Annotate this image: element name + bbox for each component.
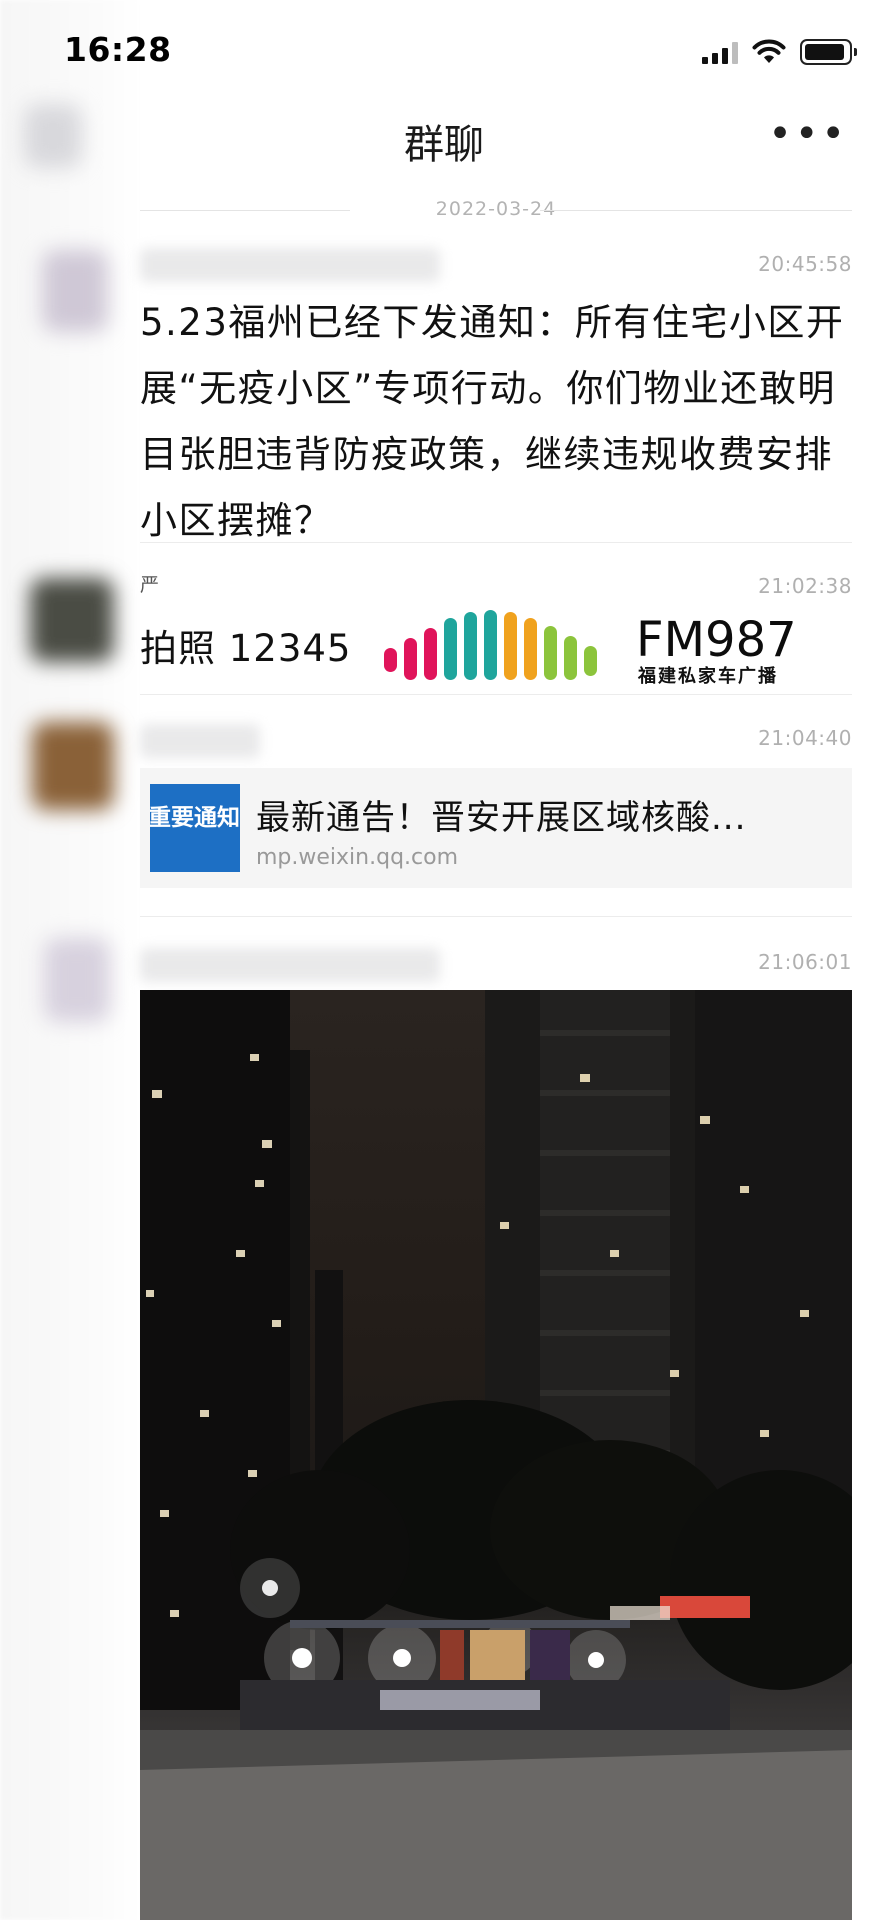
link-title[interactable]: 最新通告！晋安开展区域核酸...: [256, 790, 746, 839]
message-image[interactable]: [140, 990, 852, 1920]
link-thumbnail: 重要通知: [150, 784, 240, 872]
wifi-icon: [752, 39, 786, 63]
message-text[interactable]: 5.23福州已经下发通知：所有住宅小区开展“无疫小区”专项行动。你们物业还敢明目…: [140, 290, 848, 554]
more-options-button[interactable]: •••: [768, 114, 848, 154]
status-time: 16:28: [64, 30, 172, 69]
avatar[interactable]: [32, 722, 114, 810]
link-thumbnail-caption: 重要通知: [150, 805, 240, 831]
avatar[interactable]: [44, 938, 110, 1022]
fm987-logo-text: FM987: [636, 612, 797, 668]
signal-icon: [702, 40, 738, 64]
message-separator: [140, 542, 852, 543]
sender-name-blurred: [140, 724, 260, 758]
date-divider: 2022-03-24: [435, 198, 557, 220]
sender-name-blurred: [140, 248, 440, 282]
message-text[interactable]: 拍照 12345: [140, 618, 351, 672]
message-time: 21:06:01: [758, 950, 852, 974]
status-icons: [702, 36, 857, 68]
link-source: mp.weixin.qq.com: [256, 845, 459, 870]
avatar[interactable]: [42, 250, 108, 332]
message-separator: [140, 694, 852, 695]
fm987-logo-bars-icon: [384, 610, 597, 680]
battery-icon: [800, 39, 857, 65]
message-time: 21:04:40: [758, 726, 852, 750]
message-separator: [140, 916, 852, 917]
message-time: 21:02:38: [758, 574, 852, 598]
night-street-stalls-photo: [140, 990, 852, 1920]
fm987-logo-subtitle: 福建私家车广播: [638, 666, 778, 687]
message-time: 20:45:58: [758, 252, 852, 276]
sender-name-blurred: [140, 948, 440, 982]
avatar[interactable]: [30, 578, 114, 662]
date-divider-line: [540, 210, 852, 211]
page-title: 群聊: [404, 122, 484, 168]
sender-name: 严: [140, 574, 160, 596]
